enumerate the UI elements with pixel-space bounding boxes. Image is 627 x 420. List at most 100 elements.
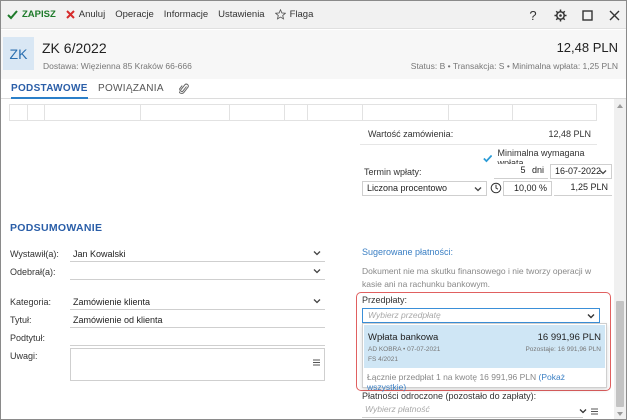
title-input[interactable]: Zamówienie od klienta: [70, 313, 325, 328]
min-amount-value: 1,25 PLN: [554, 181, 612, 196]
grid-col: [44, 105, 45, 120]
grid-col: [448, 105, 449, 120]
cancel-label: Anuluj: [78, 9, 106, 20]
category-label: Kategoria:: [10, 297, 52, 307]
grid-col: [284, 105, 285, 120]
info-label: Informacje: [163, 9, 209, 20]
chevron-down-icon: [587, 314, 595, 319]
maximize-button[interactable]: [575, 1, 599, 29]
clock-icon: [490, 182, 502, 194]
settings-label: Ustawienia: [218, 9, 265, 20]
deferred-payments-placeholder: Wybierz płatność: [365, 404, 430, 414]
grid-col: [229, 105, 230, 120]
grid-col: [307, 105, 308, 120]
delivery-address: Dostawa: Więzienna 85 Kraków 66-666: [43, 61, 192, 71]
notes-textarea[interactable]: [70, 348, 325, 381]
chevron-down-icon: [599, 170, 607, 175]
prepayment-option-name: Wpłata bankowa: [368, 332, 439, 343]
prepayment-option[interactable]: Wpłata bankowa 16 991,96 PLN AD KOBRA • …: [364, 325, 605, 368]
received-by-label: Odebrał(a):: [10, 267, 56, 277]
close-window-icon: [609, 10, 619, 20]
payment-days-unit: dni: [531, 165, 544, 175]
chevron-down-icon: [579, 409, 587, 414]
flag-label: Flaga: [289, 9, 314, 20]
tab-basic[interactable]: PODSTAWOWE: [11, 79, 88, 99]
chevron-down-icon: [313, 269, 321, 274]
percent-input[interactable]: 10,00 %: [503, 181, 552, 196]
maximize-icon: [581, 9, 593, 21]
check-icon: [7, 9, 18, 19]
operations-label: Operacje: [115, 9, 154, 20]
payment-days-value: 5: [520, 165, 526, 175]
prepayments-select[interactable]: Wybierz przedpłatę: [362, 308, 600, 323]
prepayments-footer: Łącznie przedpłat 1 na kwotę 16 991,96 P…: [367, 372, 606, 392]
payment-term-label: Termin wpłaty:: [364, 167, 422, 177]
prepayments-dropdown: Wpłata bankowa 16 991,96 PLN AD KOBRA • …: [362, 323, 607, 392]
menu-lines-icon: [313, 359, 320, 366]
deferred-payments-select[interactable]: Wybierz płatność: [362, 404, 587, 418]
prepayments-label: Przedpłaty:: [362, 295, 408, 305]
grid-col: [512, 105, 513, 120]
close-icon: [66, 10, 75, 19]
deferred-menu-button[interactable]: [591, 407, 598, 417]
category-select[interactable]: Zamówienie klienta: [70, 295, 325, 310]
document-window: ZAPISZ Anuluj Operacje Informacje Ustawi…: [0, 0, 627, 420]
save-button[interactable]: ZAPISZ: [1, 1, 61, 29]
star-icon: [274, 9, 286, 20]
calc-mode-value: Liczona procentowo: [367, 183, 448, 193]
cancel-button[interactable]: Anuluj: [61, 1, 110, 29]
grid-col: [27, 105, 28, 120]
menu-lines-icon: [591, 408, 598, 415]
notes-label: Uwagi:: [10, 351, 38, 361]
chevron-down-icon: [313, 251, 321, 256]
scroll-down-icon[interactable]: [616, 410, 624, 418]
prepayment-option-amount: 16 991,96 PLN: [537, 332, 601, 343]
payment-date-picker[interactable]: 16-07-2022: [550, 164, 612, 179]
category-value: Zamówienie klienta: [73, 297, 151, 307]
chevron-down-icon: [474, 187, 482, 192]
scroll-up-icon[interactable]: [616, 102, 624, 110]
document-type-badge: ZK: [3, 37, 34, 70]
calc-mode-select[interactable]: Liczona procentowo: [362, 181, 487, 196]
window-controls: ?: [518, 1, 626, 29]
divider: [360, 144, 597, 145]
calc-info-button[interactable]: [490, 182, 502, 196]
settings-menu[interactable]: Ustawienia: [213, 1, 269, 29]
payment-days-input[interactable]: 5 dni: [494, 164, 548, 179]
tab-relations[interactable]: POWIĄZANIA: [98, 79, 164, 99]
issued-by-value: Jan Kowalski: [73, 249, 126, 259]
check-icon: [483, 154, 493, 162]
issued-by-label: Wystawił(a):: [10, 249, 59, 259]
subtitle-input[interactable]: [70, 331, 325, 346]
save-label: ZAPISZ: [22, 9, 56, 20]
suggested-payments-text: Dokument nie ma skutku finansowego i nie…: [362, 266, 592, 289]
prepayment-option-meta: AD KOBRA • 07-07-2021: [368, 346, 441, 353]
tab-bar: PODSTAWOWE POWIĄZANIA: [1, 79, 626, 99]
items-grid-row: [9, 104, 597, 121]
grid-col: [362, 105, 363, 120]
paperclip-icon: [178, 83, 189, 94]
prepayment-option-document: FS 4/2021: [368, 356, 398, 363]
chevron-down-icon: [313, 299, 321, 304]
order-value-label: Wartość zamówienia:: [368, 129, 454, 139]
grid-col: [140, 105, 141, 120]
gear-icon: [553, 8, 567, 22]
scrollbar-thumb[interactable]: [616, 301, 624, 407]
operations-menu[interactable]: Operacje: [110, 1, 159, 29]
title-label: Tytuł:: [10, 315, 32, 325]
subtitle-label: Podtytuł:: [10, 333, 46, 343]
section-title-summary: PODSUMOWANIE: [10, 222, 103, 234]
issued-by-select[interactable]: Jan Kowalski: [70, 247, 325, 262]
document-amount: 12,48 PLN: [556, 40, 618, 55]
document-header: ZK ZK 6/2022 Dostawa: Więzienna 85 Krakó…: [1, 30, 626, 79]
help-button[interactable]: ?: [521, 1, 545, 29]
flag-button[interactable]: Flaga: [270, 1, 319, 29]
tab-attachments[interactable]: [178, 83, 189, 97]
prepayment-option-remaining: Pozostaje: 16 991,96 PLN: [525, 346, 601, 353]
received-by-select[interactable]: [70, 265, 325, 280]
info-menu[interactable]: Informacje: [159, 1, 213, 29]
gear-button[interactable]: [548, 1, 572, 29]
prepayments-total: Łącznie przedpłat 1 na kwotę 16 991,96 P…: [367, 372, 537, 382]
close-window-button[interactable]: [602, 1, 626, 29]
prepayments-placeholder: Wybierz przedpłatę: [368, 310, 441, 320]
